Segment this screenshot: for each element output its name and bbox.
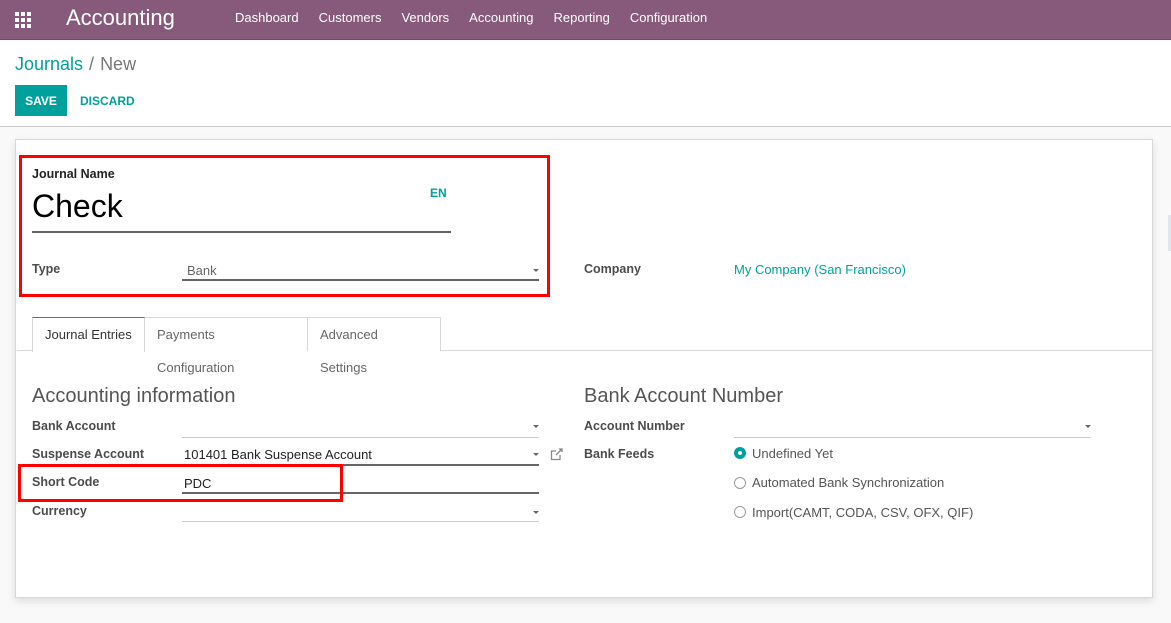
main-menu: Dashboard Customers Vendors Accounting R…: [225, 0, 717, 40]
account-number-caret-icon[interactable]: [1085, 425, 1091, 428]
control-panel: Journals / New SAVE DISCARD: [0, 40, 1171, 127]
tab-advanced-settings[interactable]: Advanced Settings: [307, 317, 441, 375]
discard-button[interactable]: DISCARD: [73, 85, 142, 116]
top-navbar: Accounting Dashboard Customers Vendors A…: [0, 0, 1171, 40]
bank-feeds-option-label[interactable]: Undefined Yet: [752, 446, 833, 461]
bank-feeds-radio-import[interactable]: [734, 506, 746, 518]
bank-account-number-title: Bank Account Number: [584, 385, 783, 407]
suspense-account-select[interactable]: 101401 Bank Suspense Account: [184, 447, 372, 462]
apps-grid-icon[interactable]: [15, 12, 31, 28]
save-button[interactable]: SAVE: [15, 85, 67, 116]
tab-payments-configuration[interactable]: Payments Configuration: [144, 317, 308, 375]
menu-item-customers[interactable]: Customers: [309, 0, 392, 40]
company-link[interactable]: My Company (San Francisco): [734, 262, 906, 277]
highlight-box-name-type: [19, 155, 550, 297]
currency-caret-icon[interactable]: [533, 511, 539, 514]
currency-underline: [182, 521, 539, 522]
bank-feeds-radio-undefined[interactable]: [734, 447, 746, 459]
account-number-underline: [734, 437, 1091, 438]
currency-label: Currency: [32, 504, 87, 518]
company-label: Company: [584, 262, 641, 276]
accounting-information-title: Accounting information: [32, 385, 236, 407]
breadcrumb: Journals / New: [15, 53, 136, 75]
tab-journal-entries[interactable]: Journal Entries: [32, 317, 145, 352]
suspense-account-caret-icon[interactable]: [533, 453, 539, 456]
account-number-label: Account Number: [584, 419, 685, 433]
breadcrumb-current: New: [100, 54, 137, 74]
bank-feeds-option-label[interactable]: Import(CAMT, CODA, CSV, OFX, QIF): [752, 505, 973, 520]
menu-item-dashboard[interactable]: Dashboard: [225, 0, 309, 40]
menu-item-configuration[interactable]: Configuration: [620, 0, 717, 40]
bank-account-underline: [182, 437, 539, 438]
highlight-box-short-code: [18, 464, 343, 502]
menu-item-vendors[interactable]: Vendors: [391, 0, 459, 40]
bank-feeds-label: Bank Feeds: [584, 447, 655, 461]
app-title: Accounting: [66, 5, 175, 30]
menu-item-reporting[interactable]: Reporting: [544, 0, 620, 40]
suspense-account-label: Suspense Account: [32, 447, 145, 461]
bank-feeds-radio-automated[interactable]: [734, 477, 746, 489]
external-link-icon[interactable]: [550, 448, 563, 461]
breadcrumb-separator: /: [89, 54, 95, 74]
bank-feeds-option-label[interactable]: Automated Bank Synchronization: [752, 475, 944, 490]
breadcrumb-journals-link[interactable]: Journals: [15, 54, 83, 74]
bank-account-label: Bank Account: [32, 419, 116, 433]
notebook-tabs: Journal Entries Payments Configuration A…: [17, 317, 1153, 375]
menu-item-accounting[interactable]: Accounting: [459, 0, 543, 40]
bank-account-caret-icon[interactable]: [533, 425, 539, 428]
